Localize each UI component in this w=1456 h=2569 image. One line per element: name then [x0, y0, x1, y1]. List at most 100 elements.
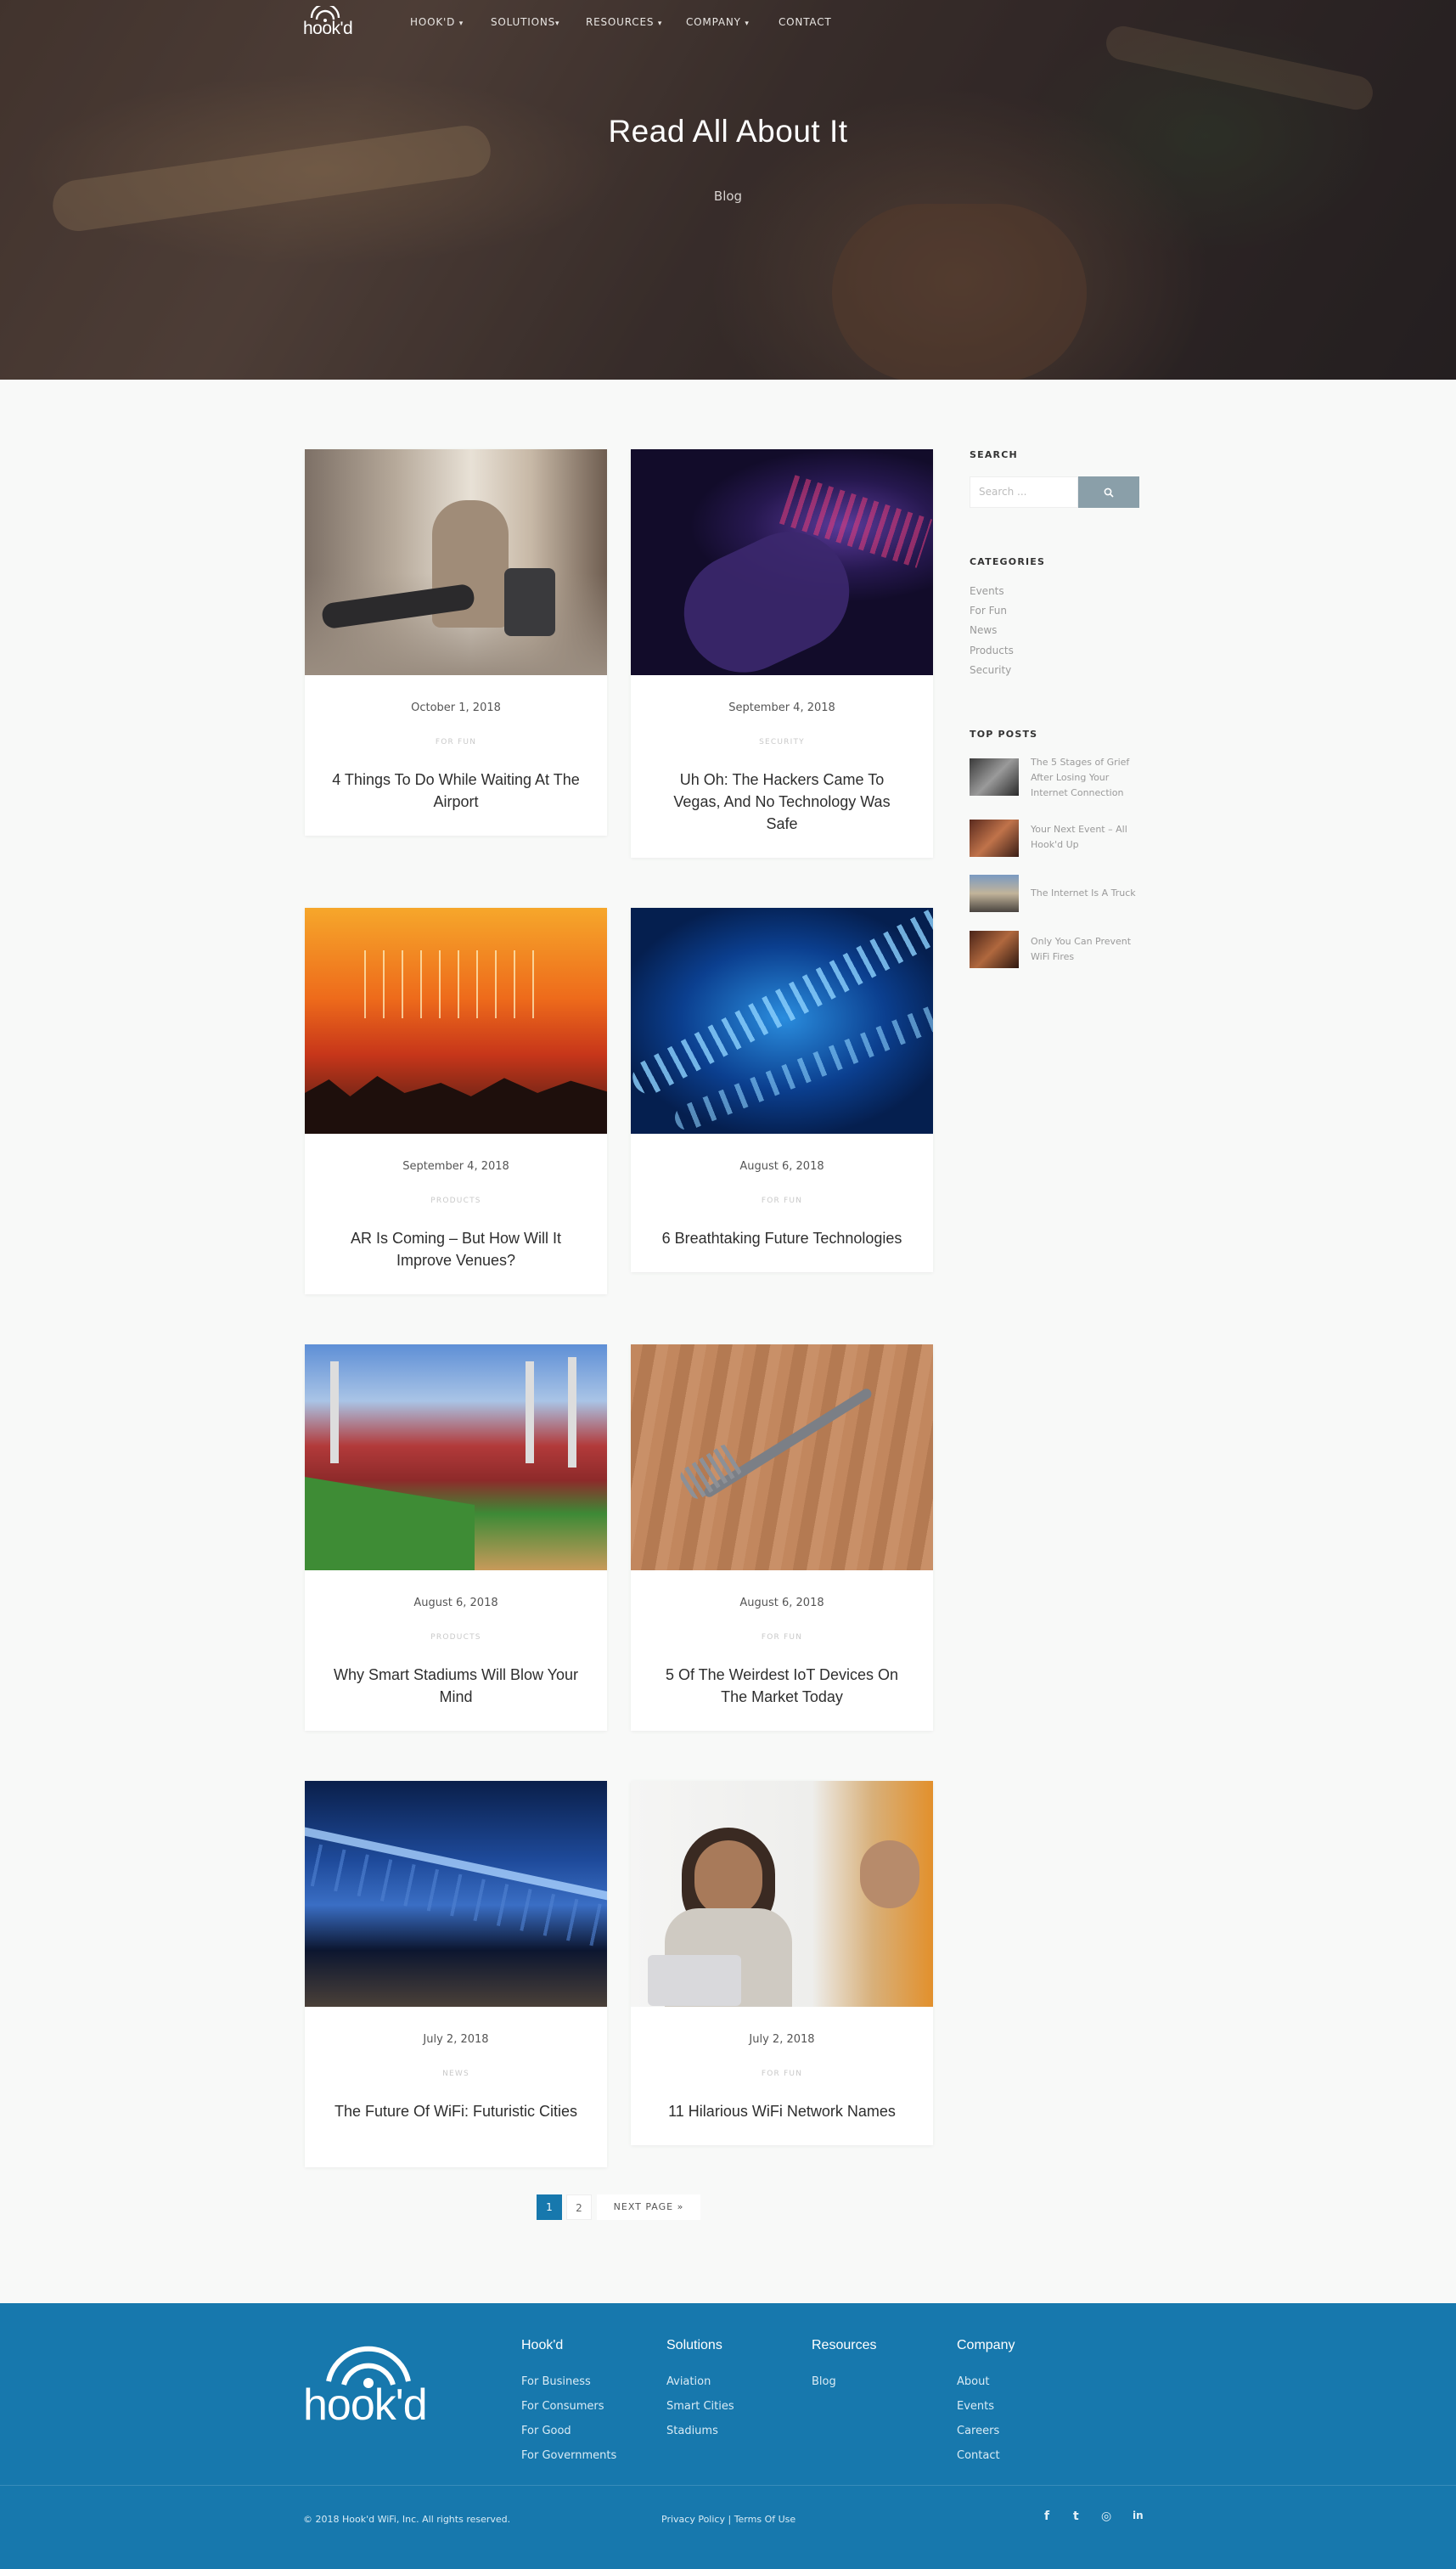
- legal-separator: |: [728, 2514, 732, 2525]
- top-nav: hook'd HOOK'D ▾ SOLUTIONS▾ RESOURCES ▾ C…: [0, 0, 1456, 44]
- post-card[interactable]: July 2, 2018 FOR FUN 11 Hilarious WiFi N…: [631, 1781, 933, 2145]
- post-category[interactable]: FOR FUN: [305, 738, 607, 746]
- post-date: August 6, 2018: [739, 1597, 824, 1609]
- page-2-button[interactable]: 2: [566, 2194, 592, 2220]
- nav-item-company[interactable]: COMPANY ▾: [686, 16, 750, 28]
- search-input[interactable]: Search ...: [970, 476, 1078, 508]
- nav-item-hookd[interactable]: HOOK'D ▾: [410, 16, 464, 28]
- post-card[interactable]: September 4, 2018 PRODUCTS AR Is Coming …: [305, 908, 607, 1294]
- privacy-link[interactable]: Privacy Policy: [661, 2514, 725, 2525]
- post-category[interactable]: FOR FUN: [631, 2070, 933, 2078]
- instagram-icon[interactable]: ◎: [1101, 2510, 1111, 2523]
- footer-col-heading: Hook'd: [521, 2338, 564, 2352]
- footer-link[interactable]: Careers: [957, 2425, 999, 2437]
- category-link[interactable]: Security: [970, 664, 1011, 676]
- post-card[interactable]: August 6, 2018 FOR FUN 6 Breathtaking Fu…: [631, 908, 933, 1272]
- top-post-link[interactable]: Only You Can Prevent WiFi Fires: [1031, 934, 1141, 965]
- footer-link[interactable]: Blog: [812, 2375, 836, 2388]
- post-title[interactable]: Uh Oh: The Hackers Came To Vegas, And No…: [656, 769, 908, 835]
- top-post-link[interactable]: The 5 Stages of Grief After Losing Your …: [1031, 755, 1141, 801]
- footer-col-heading: Company: [957, 2338, 1015, 2352]
- post-title[interactable]: 6 Breathtaking Future Technologies: [656, 1227, 908, 1249]
- footer-link[interactable]: Stadiums: [666, 2425, 718, 2437]
- category-link[interactable]: For Fun: [970, 605, 1007, 617]
- twitter-icon[interactable]: t: [1073, 2510, 1079, 2523]
- footer-logo[interactable]: hook'd: [303, 2337, 456, 2431]
- footer-col-heading: Resources: [812, 2338, 877, 2352]
- post-thumbnail[interactable]: [305, 1344, 607, 1570]
- post-card[interactable]: July 2, 2018 NEWS The Future Of WiFi: Fu…: [305, 1781, 607, 2167]
- post-category[interactable]: SECURITY: [631, 738, 933, 746]
- footer-col-heading: Solutions: [666, 2338, 722, 2352]
- footer-link[interactable]: For Consumers: [521, 2400, 604, 2413]
- top-post-link[interactable]: The Internet Is A Truck: [1031, 886, 1141, 901]
- post-title[interactable]: AR Is Coming – But How Will It Improve V…: [330, 1227, 582, 1271]
- next-page-button[interactable]: NEXT PAGE »: [597, 2194, 700, 2220]
- post-thumbnail[interactable]: [305, 1781, 607, 2007]
- footer-link[interactable]: Aviation: [666, 2375, 711, 2388]
- post-title[interactable]: Why Smart Stadiums Will Blow Your Mind: [330, 1664, 582, 1708]
- nav-item-contact[interactable]: CONTACT: [779, 16, 832, 28]
- site-logo[interactable]: hook'd: [303, 6, 359, 38]
- chevron-down-icon: ▾: [657, 20, 663, 28]
- footer-link[interactable]: About: [957, 2375, 989, 2388]
- post-thumbnail[interactable]: [631, 908, 933, 1134]
- top-post-thumbnail[interactable]: [970, 931, 1019, 968]
- post-category[interactable]: FOR FUN: [631, 1633, 933, 1642]
- post-title[interactable]: 11 Hilarious WiFi Network Names: [656, 2100, 908, 2122]
- category-link[interactable]: News: [970, 624, 997, 636]
- category-link[interactable]: Products: [970, 645, 1014, 656]
- post-date: September 4, 2018: [728, 701, 835, 714]
- page-subtitle: Blog: [713, 189, 743, 204]
- footer-link[interactable]: For Governments: [521, 2449, 616, 2462]
- search-heading: SEARCH: [970, 449, 1018, 460]
- footer-logo-wordmark: hook'd: [303, 2380, 428, 2430]
- post-thumbnail[interactable]: [631, 1781, 933, 2007]
- post-card[interactable]: September 4, 2018 SECURITY Uh Oh: The Ha…: [631, 449, 933, 858]
- post-title[interactable]: 5 Of The Weirdest IoT Devices On The Mar…: [656, 1664, 908, 1708]
- footer-link[interactable]: Events: [957, 2400, 994, 2413]
- footer-link[interactable]: Contact: [957, 2449, 1000, 2462]
- categories-heading: CATEGORIES: [970, 556, 1046, 567]
- post-date: September 4, 2018: [402, 1160, 509, 1173]
- page-1-button[interactable]: 1: [537, 2194, 562, 2220]
- top-posts-heading: TOP POSTS: [970, 729, 1038, 740]
- post-title[interactable]: The Future Of WiFi: Futuristic Cities: [330, 2100, 582, 2122]
- logo-wordmark: hook'd: [303, 19, 353, 38]
- top-post-thumbnail[interactable]: [970, 875, 1019, 912]
- post-title[interactable]: 4 Things To Do While Waiting At The Airp…: [330, 769, 582, 813]
- post-category[interactable]: FOR FUN: [631, 1197, 933, 1205]
- nav-item-resources[interactable]: RESOURCES ▾: [586, 16, 662, 28]
- chevron-down-icon: ▾: [555, 20, 560, 28]
- footer-link[interactable]: Smart Cities: [666, 2400, 734, 2413]
- post-thumbnail[interactable]: [305, 908, 607, 1134]
- hero-banner: Read All About It Blog: [0, 0, 1456, 380]
- top-post-link[interactable]: Your Next Event – All Hook'd Up: [1031, 822, 1141, 853]
- footer-divider: [0, 2485, 1456, 2486]
- post-thumbnail[interactable]: [631, 1344, 933, 1570]
- category-link[interactable]: Events: [970, 585, 1004, 597]
- top-post-thumbnail[interactable]: [970, 820, 1019, 857]
- page-title: Read All About It: [608, 114, 848, 149]
- footer-link[interactable]: For Business: [521, 2375, 591, 2388]
- post-category[interactable]: PRODUCTS: [305, 1633, 607, 1642]
- search-button[interactable]: [1078, 476, 1139, 508]
- post-category[interactable]: NEWS: [305, 2070, 607, 2078]
- post-card[interactable]: October 1, 2018 FOR FUN 4 Things To Do W…: [305, 449, 607, 836]
- search-icon: [1104, 487, 1114, 498]
- top-post-thumbnail[interactable]: [970, 758, 1019, 796]
- post-date: August 6, 2018: [739, 1160, 824, 1173]
- post-category[interactable]: PRODUCTS: [305, 1197, 607, 1205]
- post-card[interactable]: August 6, 2018 PRODUCTS Why Smart Stadiu…: [305, 1344, 607, 1731]
- post-card[interactable]: August 6, 2018 FOR FUN 5 Of The Weirdest…: [631, 1344, 933, 1731]
- linkedin-icon[interactable]: in: [1133, 2510, 1144, 2521]
- copyright-text: © 2018 Hook'd WiFi, Inc. All rights rese…: [303, 2514, 511, 2525]
- facebook-icon[interactable]: f: [1044, 2510, 1049, 2523]
- post-date: July 2, 2018: [423, 2033, 489, 2046]
- post-thumbnail[interactable]: [305, 449, 607, 675]
- terms-link[interactable]: Terms Of Use: [734, 2514, 795, 2525]
- post-date: October 1, 2018: [411, 701, 501, 714]
- nav-item-solutions[interactable]: SOLUTIONS▾: [491, 16, 559, 28]
- post-thumbnail[interactable]: [631, 449, 933, 675]
- footer-link[interactable]: For Good: [521, 2425, 571, 2437]
